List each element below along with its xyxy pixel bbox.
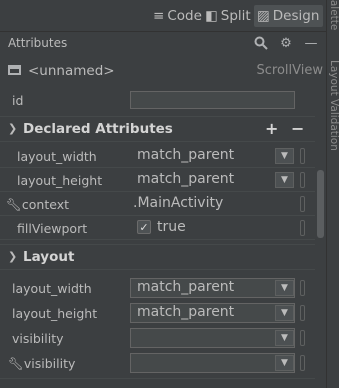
minimize-icon[interactable]: — [303, 35, 319, 51]
layout-row-layout-height: layout_height match_parent ▼ [0, 301, 315, 325]
declared-row-layout-height: layout_height match_parent ▼ [0, 168, 315, 192]
image-icon: ▨ [257, 8, 270, 24]
tools-visibility-label-wrap: 🔧︎visibility [8, 356, 75, 372]
declared-row-context: 🔧︎context .MainActivity [0, 192, 315, 216]
declared-fillviewport-value: true [157, 219, 186, 235]
resource-picker-button[interactable] [300, 148, 305, 164]
declared-layout-width-value[interactable]: match_parent [137, 147, 234, 163]
chevron-down-icon[interactable]: ▼ [275, 355, 294, 371]
declared-context-label: context [21, 197, 69, 212]
attributes-header: Attributes ⚙ — [0, 32, 326, 54]
resource-picker-button[interactable] [300, 355, 305, 371]
layout-title: Layout [23, 249, 75, 265]
layout-height-label: layout_height [12, 306, 98, 321]
chevron-down-icon[interactable]: ❯ [8, 250, 17, 263]
chevron-down-icon[interactable]: ❯ [8, 122, 17, 135]
remove-attribute-button[interactable]: − [291, 119, 304, 138]
declared-attributes-section[interactable]: ❯ Declared Attributes + − [0, 116, 315, 142]
wrench-icon: 🔧︎ [6, 197, 22, 212]
tools-visibility-label: visibility [23, 356, 76, 371]
chevron-down-icon[interactable]: ▼ [275, 148, 294, 164]
editor-mode-toolbar: ≡ Code ◧ Split ▨ Design [0, 0, 339, 32]
code-lines-icon: ≡ [153, 8, 165, 24]
visibility-dropdown[interactable] [130, 328, 295, 348]
declared-attributes-title: Declared Attributes [23, 121, 173, 137]
resource-picker-button[interactable] [300, 305, 305, 321]
attributes-panel: Attributes ⚙ — <unnamed> ScrollView id ❯… [0, 32, 326, 388]
component-row: <unnamed> ScrollView [0, 60, 326, 82]
declared-layout-height-value[interactable]: match_parent [137, 171, 234, 187]
code-mode-button[interactable]: ≡ Code [150, 5, 205, 27]
chevron-down-icon[interactable]: ▼ [275, 330, 294, 346]
vertical-scrollbar[interactable] [317, 170, 324, 238]
layout-row-layout-width: layout_width match_parent ▼ [0, 276, 315, 300]
scrollview-component-icon [8, 65, 21, 75]
chevron-down-icon[interactable]: ▼ [275, 280, 294, 296]
declared-fillviewport-label: fillViewport [17, 221, 88, 236]
design-mode-button[interactable]: ▨ Design [254, 5, 323, 27]
layout-validation-tab[interactable]: Layout Validation [327, 60, 339, 151]
gear-icon[interactable]: ⚙ [278, 35, 294, 51]
component-type: ScrollView [256, 63, 324, 78]
component-name: <unnamed> [28, 63, 115, 79]
declared-layout-width-label: layout_width [17, 149, 97, 164]
resource-picker-button[interactable] [300, 280, 305, 296]
resource-picker-button[interactable] [300, 330, 305, 346]
code-mode-label: Code [167, 8, 202, 24]
layout-width-label: layout_width [12, 281, 92, 296]
tools-visibility-dropdown[interactable] [130, 353, 295, 373]
split-mode-button[interactable]: ◧ Split [202, 5, 254, 27]
resource-picker-button[interactable] [300, 220, 305, 236]
split-view-icon: ◧ [205, 8, 218, 24]
visibility-label: visibility [12, 331, 64, 346]
split-mode-label: Split [220, 8, 251, 24]
chevron-down-icon[interactable]: ▼ [275, 172, 294, 188]
id-label: id [12, 93, 24, 108]
resource-picker-button[interactable] [300, 196, 305, 212]
palette-tab[interactable]: Palette [327, 0, 339, 30]
resource-picker-button[interactable] [300, 172, 305, 188]
search-icon[interactable] [253, 35, 269, 51]
attributes-title: Attributes [8, 36, 68, 50]
declared-row-layout-width: layout_width match_parent ▼ [0, 144, 315, 168]
declared-context-value[interactable]: .MainActivity [133, 195, 223, 211]
declared-layout-height-label: layout_height [17, 173, 103, 188]
declared-row-fillviewport: fillViewport ✓ true [0, 216, 315, 240]
context-label-wrap: 🔧︎context [6, 197, 69, 213]
fillviewport-checkbox[interactable]: ✓ [137, 220, 151, 234]
next-section-edge [0, 378, 315, 388]
design-mode-label: Design [272, 8, 320, 24]
id-row: id [0, 88, 315, 112]
chevron-down-icon[interactable]: ▼ [275, 305, 294, 321]
layout-row-visibility: visibility ▼ [0, 326, 315, 350]
add-attribute-button[interactable]: + [265, 119, 278, 138]
layout-row-tools-visibility: 🔧︎visibility ▼ [0, 351, 315, 375]
id-input[interactable] [130, 91, 295, 109]
side-tool-strip: Palette Layout Validation [326, 0, 339, 388]
wrench-icon: 🔧︎ [8, 356, 24, 371]
layout-width-value: match_parent [137, 279, 235, 295]
layout-height-value: match_parent [137, 304, 235, 320]
layout-section[interactable]: ❯ Layout [0, 244, 315, 270]
